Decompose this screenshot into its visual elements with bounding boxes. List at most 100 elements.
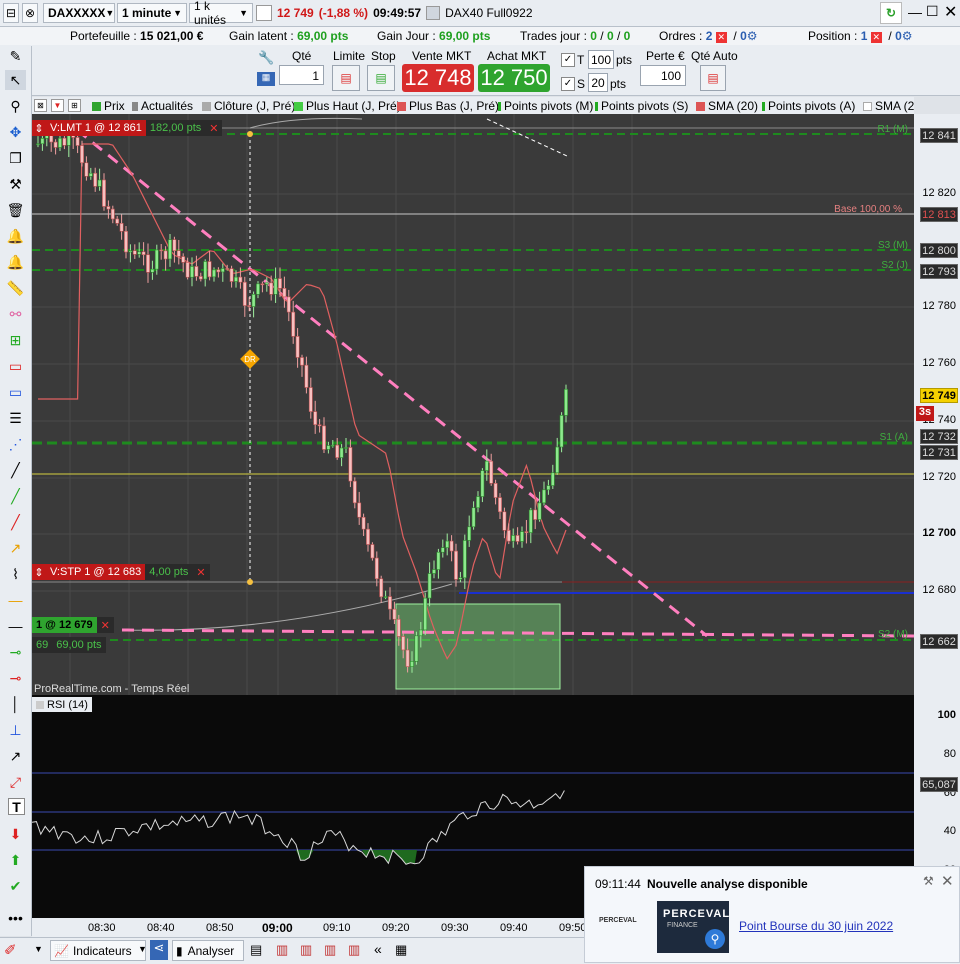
chevron-down-icon[interactable]: ▼ (34, 944, 43, 954)
link-tool-icon[interactable]: ⚯ (5, 304, 26, 324)
news-notification[interactable]: 09:11:44 Nouvelle analyse disponible ⚒ ✕… (584, 866, 960, 963)
hline-icon[interactable]: — (5, 616, 26, 636)
copy-icon[interactable]: ❐ (5, 148, 26, 168)
legend-item-high[interactable]: Plus Haut (J, Pré) (294, 99, 401, 113)
chevron-down-icon[interactable]: ▼ (138, 944, 147, 954)
drag-handle-icon[interactable]: ⇕ (32, 120, 46, 136)
zoom-icon[interactable]: ⚲ (5, 96, 26, 116)
down-icon[interactable]: ▼ (51, 99, 64, 112)
limit-order-button[interactable]: ▤ (332, 65, 360, 91)
target-checkbox[interactable]: ✓ (561, 53, 575, 67)
line-green-icon[interactable]: ╱ (5, 486, 26, 506)
legend-item-price[interactable]: Prix (92, 99, 125, 113)
hline-green-icon[interactable]: ⊸ (5, 642, 26, 662)
ruler-icon[interactable]: 📏 (5, 278, 26, 298)
legend-item-close[interactable]: Clôture (J, Pré) (202, 99, 295, 113)
close-icon[interactable]: ✕ (941, 872, 954, 890)
bar-chart-icon[interactable]: ▥ (276, 942, 288, 958)
arrow-icon[interactable]: ↗ (5, 746, 26, 766)
scroll-left-icon[interactable]: « (374, 941, 382, 957)
article-thumbnail[interactable]: PERCEVAL FINANCE ⚲ (657, 901, 729, 953)
legend-item-pivot-m[interactable]: Points pivots (M) (498, 99, 593, 113)
close-position-icon[interactable]: ✕ (870, 32, 882, 43)
buy-market-button[interactable]: 12 750 (478, 64, 550, 92)
text-line-icon[interactable]: ⊥ (5, 720, 26, 740)
vline-icon[interactable]: │ (5, 694, 26, 714)
share-icon[interactable]: ⋖ (150, 940, 168, 960)
gear-icon[interactable]: ⚙ (747, 29, 758, 43)
bell-icon[interactable]: 🔔 (5, 252, 26, 272)
close-icon[interactable]: ✕ (944, 2, 957, 22)
gear-icon[interactable]: ⚙ (902, 29, 913, 43)
rectangle-add-icon[interactable]: ⊞ (5, 330, 26, 350)
zoom-out-chart-icon[interactable]: ▥ (324, 942, 336, 958)
legend-item-sma20[interactable]: SMA (20) (696, 99, 758, 113)
price-axis[interactable]: 12 820 12 780 12 760 12 740 12 720 12 70… (914, 114, 960, 695)
legend-item-sma2[interactable]: SMA (2 (863, 99, 914, 113)
analyse-button[interactable]: ▮ Analyser (172, 940, 244, 961)
sell-market-button[interactable]: 12 748 (402, 64, 474, 92)
more-icon[interactable]: ••• (5, 908, 26, 928)
legend-item-pivot-s[interactable]: Points pivots (S) (595, 99, 688, 113)
collapse-icon[interactable]: ⊠ (34, 99, 47, 112)
arrow-line-icon[interactable]: ↗ (5, 538, 26, 558)
text-icon[interactable]: T (8, 798, 25, 815)
limit-order-tag[interactable]: ⇕ V:LMT 1 @ 12 861 182,00 pts ✕ (32, 120, 223, 136)
target-input[interactable]: 100 (588, 50, 614, 69)
indicators-button[interactable]: 📈 Indicateurs (50, 940, 146, 961)
gradient-icon[interactable]: ⤢ (5, 772, 26, 792)
position-tag[interactable]: 1 @ 12 679 ✕ (32, 617, 114, 633)
cursor-icon[interactable]: ↖ (5, 70, 26, 90)
check-icon[interactable]: ✔ (5, 876, 26, 896)
legend-item-low[interactable]: Plus Bas (J, Pré) (397, 99, 499, 113)
pencil-icon[interactable]: ✎ (5, 46, 26, 66)
fit-chart-icon[interactable]: ▥ (348, 942, 360, 958)
close-position-chart-icon[interactable]: ✕ (96, 617, 114, 633)
line-icon[interactable]: ╱ (5, 460, 26, 480)
units-selector[interactable]: 1 k unités ▼ (189, 0, 253, 27)
stop-distance-input[interactable]: 20 (588, 73, 608, 92)
refresh-icon[interactable]: ↻ (880, 2, 902, 24)
price-chart[interactable]: DR Base 100,00 % R1 (M) S3 (M) S2 (J) S1… (32, 114, 914, 695)
tools-icon[interactable]: ⚒ (5, 174, 26, 194)
stop-order-button[interactable]: ▤ (367, 65, 395, 91)
polyline-icon[interactable]: ⌇ (5, 564, 26, 584)
hline-orange-icon[interactable]: — (5, 590, 26, 610)
fibonacci-icon[interactable]: ☰ (5, 408, 26, 428)
article-link[interactable]: Point Bourse du 30 juin 2022 (739, 919, 893, 933)
timeframe-selector[interactable]: 1 minute ▼ (117, 3, 187, 23)
rectangle-icon[interactable]: ▭ (5, 356, 26, 376)
keypad-icon[interactable]: ▦ (257, 72, 275, 86)
line-red-icon[interactable]: ╱ (5, 512, 26, 532)
cancel-stop-icon[interactable]: ✕ (192, 564, 210, 580)
cancel-limit-icon[interactable]: ✕ (205, 120, 223, 136)
qty-input[interactable]: 1 (279, 65, 324, 85)
drawing-mode-icon[interactable]: ✐ (4, 941, 24, 961)
auto-qty-button[interactable]: ▤ (700, 65, 726, 91)
alert-icon[interactable]: 🔔 (5, 226, 26, 246)
instrument-selector[interactable]: DAXXXXX ▼ (43, 3, 115, 23)
hline-red-icon[interactable]: ⊸ (5, 668, 26, 688)
checkbox-icon[interactable] (256, 5, 272, 21)
rectangle-blue-icon[interactable]: ▭ (5, 382, 26, 402)
minimize-icon[interactable]: — (908, 4, 922, 20)
loss-input[interactable]: 100 (640, 65, 686, 86)
lock-icon[interactable]: ⊟ (3, 3, 19, 23)
drag-handle-icon[interactable]: ⇕ (32, 564, 46, 580)
layout-icon[interactable]: ▤ (250, 942, 262, 958)
channel-icon[interactable]: ⋰ (5, 434, 26, 454)
buy-arrow-icon[interactable]: ⬆ (5, 850, 26, 870)
settings-icon[interactable]: ⊞ (68, 99, 81, 112)
move-icon[interactable]: ✥ (5, 122, 26, 142)
zoom-in-chart-icon[interactable]: ▥ (300, 942, 312, 958)
wrench-icon[interactable]: 🔧 (258, 50, 274, 66)
maximize-icon[interactable]: ☐ (926, 3, 939, 20)
stop-order-tag[interactable]: ⇕ V:STP 1 @ 12 683 4,00 pts ✕ (32, 564, 210, 580)
pin-icon[interactable]: ⚒ (923, 874, 934, 888)
sell-arrow-icon[interactable]: ⬇ (5, 824, 26, 844)
stop-checkbox[interactable]: ✓ (561, 77, 575, 91)
link-icon[interactable]: ⊗ (22, 3, 38, 23)
legend-item-pivot-a[interactable]: Points pivots (A) (762, 99, 855, 113)
legend-item-news[interactable]: Actualités (132, 99, 193, 113)
trend-line-down[interactable] (76, 128, 708, 638)
